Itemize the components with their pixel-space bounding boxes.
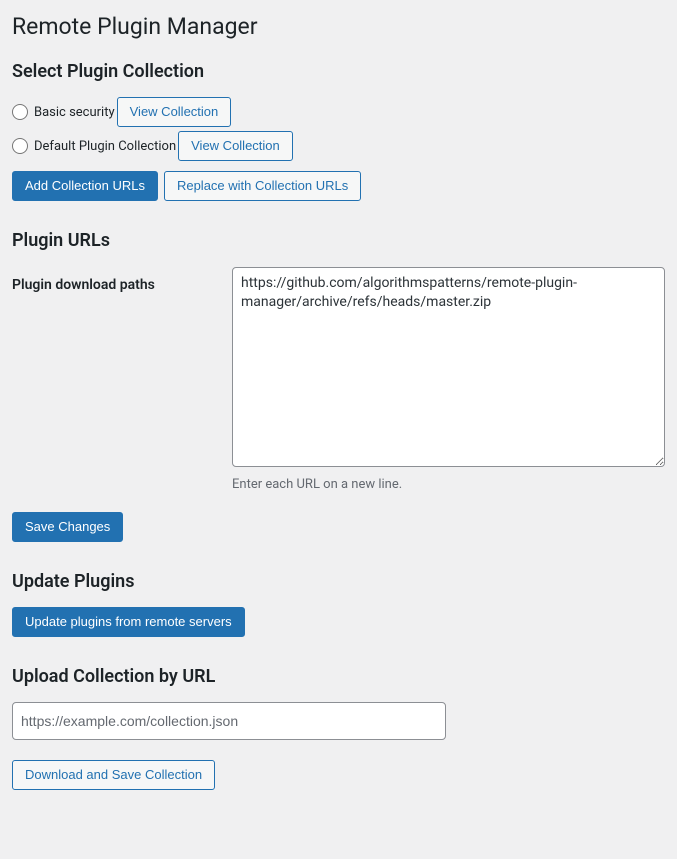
collection-radio-label: Default Plugin Collection [34,139,176,154]
page-title: Remote Plugin Manager [12,12,665,42]
upload-collection-section: Upload Collection by URL Download and Sa… [12,665,665,790]
plugin-download-paths-textarea[interactable]: https://github.com/algorithmspatterns/re… [232,267,665,467]
select-collection-section: Select Plugin Collection Basic security … [12,60,665,201]
update-plugins-heading: Update Plugins [12,570,665,593]
plugin-urls-heading: Plugin URLs [12,229,665,252]
select-collection-heading: Select Plugin Collection [12,60,665,83]
plugin-download-paths-row: Plugin download paths https://github.com… [12,267,665,492]
download-save-collection-button[interactable]: Download and Save Collection [12,760,215,790]
add-collection-urls-button[interactable]: Add Collection URLs [12,171,158,201]
plugin-download-paths-description: Enter each URL on a new line. [232,477,665,492]
update-plugins-button[interactable]: Update plugins from remote servers [12,607,245,637]
collection-radio-label: Basic security [34,105,115,120]
plugin-urls-form: Plugin download paths https://github.com… [12,267,665,492]
plugin-download-paths-field: https://github.com/algorithmspatterns/re… [232,267,665,492]
collection-action-row: Add Collection URLs Replace with Collect… [12,171,665,201]
view-collection-button[interactable]: View Collection [117,97,232,127]
upload-collection-url-input[interactable] [12,702,446,740]
plugin-download-paths-label: Plugin download paths [12,267,232,293]
update-plugins-section: Update Plugins Update plugins from remot… [12,570,665,637]
upload-collection-heading: Upload Collection by URL [12,665,665,688]
collection-radio-basic-security[interactable] [12,104,28,120]
collection-radio-default[interactable] [12,138,28,154]
plugin-urls-section: Plugin URLs Plugin download paths https:… [12,229,665,541]
collection-option-row: Basic security View Collection [12,97,665,127]
upload-collection-input-row [12,702,665,740]
view-collection-button[interactable]: View Collection [178,131,293,161]
collection-option-row: Default Plugin Collection View Collectio… [12,131,665,161]
replace-collection-urls-button[interactable]: Replace with Collection URLs [164,171,361,201]
save-changes-button[interactable]: Save Changes [12,512,123,542]
save-changes-row: Save Changes [12,512,665,542]
